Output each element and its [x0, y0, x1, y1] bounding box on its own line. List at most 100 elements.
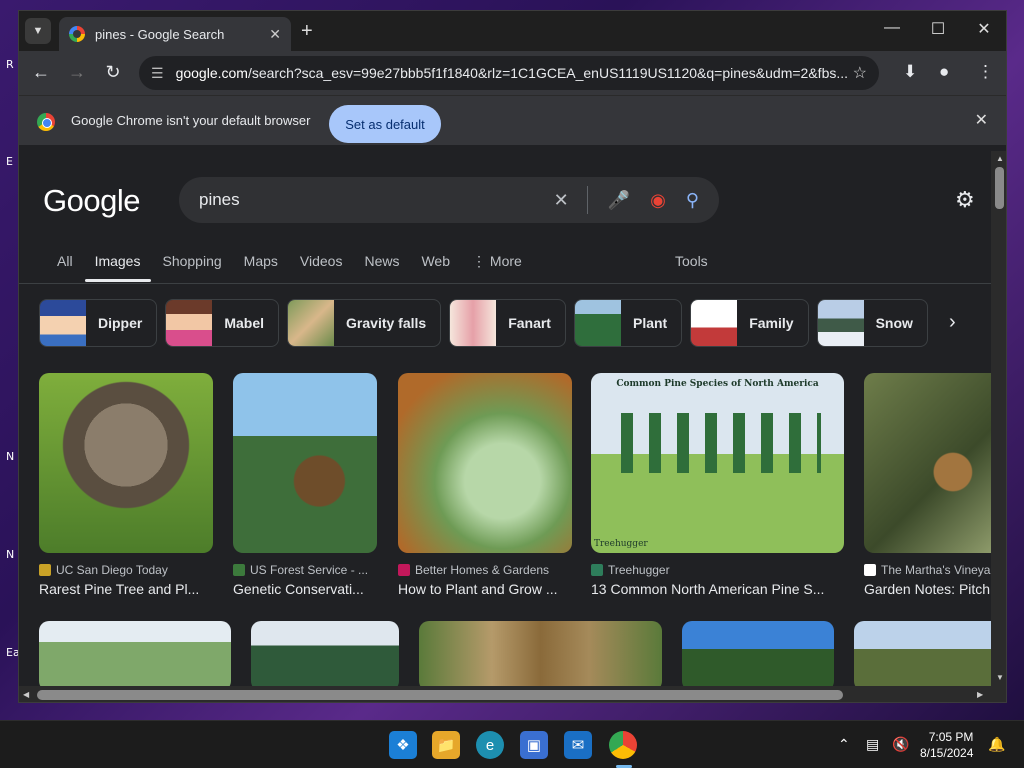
image-result[interactable]: The Martha's Vineya Garden Notes: Pitch [864, 373, 991, 597]
lens-icon[interactable]: ◉ [650, 190, 666, 211]
new-tab-button[interactable]: + [301, 20, 313, 43]
close-tab-icon[interactable]: ✕ [269, 26, 281, 43]
result-title[interactable]: 13 Common North American Pine S... [591, 581, 844, 597]
tools-button[interactable]: Tools [675, 253, 708, 269]
image-result[interactable]: Common Pine Species of North America Tre… [591, 373, 844, 597]
result-title[interactable]: Rarest Pine Tree and Pl... [39, 581, 213, 597]
browser-toolbar: ← → ↻ ☰ google.com/search?sca_esv=99e27b… [19, 51, 1006, 95]
pine-needles-image[interactable] [398, 373, 572, 553]
browser-tab[interactable]: pines - Google Search ✕ [59, 17, 291, 51]
system-clock[interactable]: 7:05 PM 8/15/2024 [920, 729, 973, 761]
forward-button[interactable]: → [65, 62, 89, 83]
image-result[interactable]: US Forest Service - ... Genetic Conserva… [233, 373, 377, 597]
tab-news[interactable]: News [364, 253, 399, 270]
horizontal-scrollbar[interactable]: ◀ ▶ [19, 686, 1006, 702]
result-source: The Martha's Vineya [881, 563, 991, 577]
minimize-button[interactable]: — [869, 19, 915, 37]
chrome-icon[interactable] [609, 731, 637, 759]
result-image[interactable] [419, 621, 662, 686]
close-infobar-icon[interactable]: ✕ [975, 110, 988, 130]
set-default-button[interactable]: Set as default [329, 105, 441, 143]
bookmark-star-icon[interactable]: ☆ [853, 63, 867, 83]
image-result[interactable]: Better Homes & Gardens How to Plant and … [398, 373, 572, 597]
taskbar: ❖ 📁 e ▣ ✉ ⌃ ▤ 🔇 7:05 PM 8/15/2024 🔔 [0, 720, 1024, 768]
search-icon[interactable]: ⚲ [686, 190, 699, 211]
tab-all[interactable]: All [57, 253, 73, 270]
tab-images[interactable]: Images [95, 253, 141, 270]
clock-time: 7:05 PM [928, 730, 974, 744]
tab-search-button[interactable]: ▼ [25, 18, 51, 44]
profile-icon[interactable]: ● [939, 62, 949, 82]
chip-thumbnail [288, 300, 335, 346]
maximize-button[interactable]: ☐ [915, 19, 961, 39]
outlook-icon[interactable]: ✉ [564, 731, 592, 759]
chip-gravity-falls[interactable]: Gravity falls [287, 299, 442, 347]
settings-gear-icon[interactable]: ⚙ [955, 187, 975, 213]
scroll-left-icon[interactable]: ◀ [23, 690, 29, 699]
image-result[interactable] [854, 621, 991, 686]
pine-species-chart-image[interactable]: Common Pine Species of North America Tre… [591, 373, 844, 553]
store-icon[interactable]: ▣ [520, 731, 548, 759]
search-box[interactable]: pines ✕ 🎤 ◉ ⚲ [179, 177, 719, 223]
tab-videos[interactable]: Videos [300, 253, 343, 270]
scroll-right-icon[interactable]: ▶ [977, 690, 983, 699]
result-image[interactable] [854, 621, 991, 686]
vertical-scrollbar[interactable]: ▲ ▼ [991, 151, 1006, 686]
clear-icon[interactable]: ✕ [554, 190, 569, 211]
tab-shopping[interactable]: Shopping [162, 253, 221, 270]
google-logo[interactable]: Google [43, 183, 140, 219]
image-result[interactable]: UC San Diego Today Rarest Pine Tree and … [39, 373, 213, 597]
filter-chips: Dipper Mabel Gravity falls Fanart Plant … [39, 299, 936, 347]
infobar-message: Google Chrome isn't your default browser [71, 113, 311, 128]
reload-button[interactable]: ↻ [101, 62, 125, 83]
chip-family[interactable]: Family [690, 299, 809, 347]
result-title[interactable]: Genetic Conservati... [233, 581, 377, 597]
chip-plant[interactable]: Plant [573, 299, 683, 347]
chip-label: Snow [875, 315, 913, 331]
tab-web[interactable]: Web [421, 253, 450, 270]
pine-branch-image[interactable] [233, 373, 377, 553]
tab-more[interactable]: ⋮ More [472, 253, 544, 270]
notification-bell-icon[interactable]: 🔔 [988, 736, 1005, 753]
close-window-button[interactable]: ✕ [961, 19, 1006, 39]
menu-kebab-icon[interactable]: ⋮ [977, 62, 994, 82]
chip-mabel[interactable]: Mabel [165, 299, 280, 347]
image-result[interactable] [419, 621, 662, 686]
chip-label: Family [749, 315, 794, 331]
back-button[interactable]: ← [29, 62, 53, 83]
chip-snow[interactable]: Snow [816, 299, 928, 347]
chevron-up-icon[interactable]: ⌃ [838, 736, 850, 753]
image-result[interactable] [251, 621, 399, 686]
download-icon[interactable]: ⬇ [903, 62, 917, 82]
windows-start-icon[interactable]: ❖ [389, 731, 417, 759]
scrollbar-thumb[interactable] [995, 167, 1004, 209]
volume-muted-icon[interactable]: 🔇 [892, 736, 909, 753]
scroll-up-icon[interactable]: ▲ [996, 154, 1004, 163]
microphone-icon[interactable]: 🎤 [608, 190, 630, 211]
pitch-pine-image[interactable] [864, 373, 991, 553]
chip-dipper[interactable]: Dipper [39, 299, 158, 347]
chip-thumbnail [691, 300, 738, 346]
image-result[interactable] [39, 621, 231, 686]
result-title[interactable]: Garden Notes: Pitch [864, 581, 991, 597]
result-image[interactable] [251, 621, 399, 686]
image-result[interactable] [682, 621, 834, 686]
scroll-down-icon[interactable]: ▼ [996, 673, 1004, 682]
result-source: Better Homes & Gardens [415, 563, 550, 577]
url-text[interactable]: google.com/search?sca_esv=99e27bbb5f1f18… [176, 65, 853, 81]
network-icon[interactable]: ▤ [866, 736, 879, 753]
source-favicon-icon [591, 564, 603, 576]
tab-maps[interactable]: Maps [244, 253, 278, 270]
pinecone-image[interactable] [39, 373, 213, 553]
file-explorer-icon[interactable]: 📁 [432, 731, 460, 759]
result-image[interactable] [39, 621, 231, 686]
address-bar[interactable]: ☰ google.com/search?sca_esv=99e27bbb5f1f… [139, 56, 879, 90]
edge-icon[interactable]: e [476, 731, 504, 759]
result-title[interactable]: How to Plant and Grow ... [398, 581, 572, 597]
chip-fanart[interactable]: Fanart [449, 299, 566, 347]
chevron-right-icon[interactable]: › [949, 311, 956, 334]
result-image[interactable] [682, 621, 834, 686]
scrollbar-thumb[interactable] [37, 690, 843, 700]
search-input[interactable]: pines [199, 190, 534, 210]
site-info-icon[interactable]: ☰ [151, 65, 164, 82]
